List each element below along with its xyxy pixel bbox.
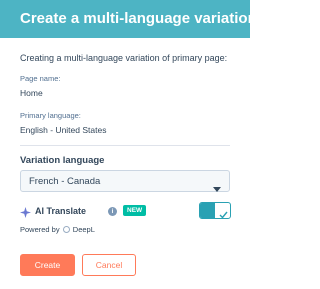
page-name-label: Page name: — [20, 74, 61, 83]
new-badge: NEW — [123, 205, 147, 216]
toggle-knob — [200, 203, 215, 218]
intro-text: Creating a multi-language variation of p… — [20, 53, 228, 63]
dialog-header: Create a multi-language variation — [0, 0, 257, 38]
variation-language-label: Variation language — [20, 155, 105, 166]
page-name-value: Home — [20, 88, 43, 98]
variation-language-value: French - Canada — [29, 176, 101, 187]
provider-name: DeepL — [72, 225, 95, 234]
divider — [20, 145, 230, 146]
check-icon — [219, 206, 228, 218]
primary-language-label: Primary language: — [20, 111, 81, 120]
sparkle-icon — [20, 205, 31, 223]
caret-down-icon — [213, 179, 221, 197]
info-icon[interactable]: i — [108, 207, 117, 216]
powered-by-label: Powered by — [20, 225, 60, 234]
ai-translate-toggle[interactable] — [199, 202, 231, 219]
create-button[interactable]: Create — [20, 254, 75, 276]
deepl-logo-icon — [62, 226, 70, 233]
dialog-title: Create a multi-language variation — [20, 10, 257, 27]
variation-language-select[interactable]: French - Canada — [20, 170, 230, 192]
primary-language-value: English - United States — [20, 125, 107, 135]
powered-by: Powered by DeepL — [20, 225, 95, 234]
cancel-button[interactable]: Cancel — [82, 254, 136, 276]
ai-translate-label: AI Translate — [35, 206, 87, 216]
